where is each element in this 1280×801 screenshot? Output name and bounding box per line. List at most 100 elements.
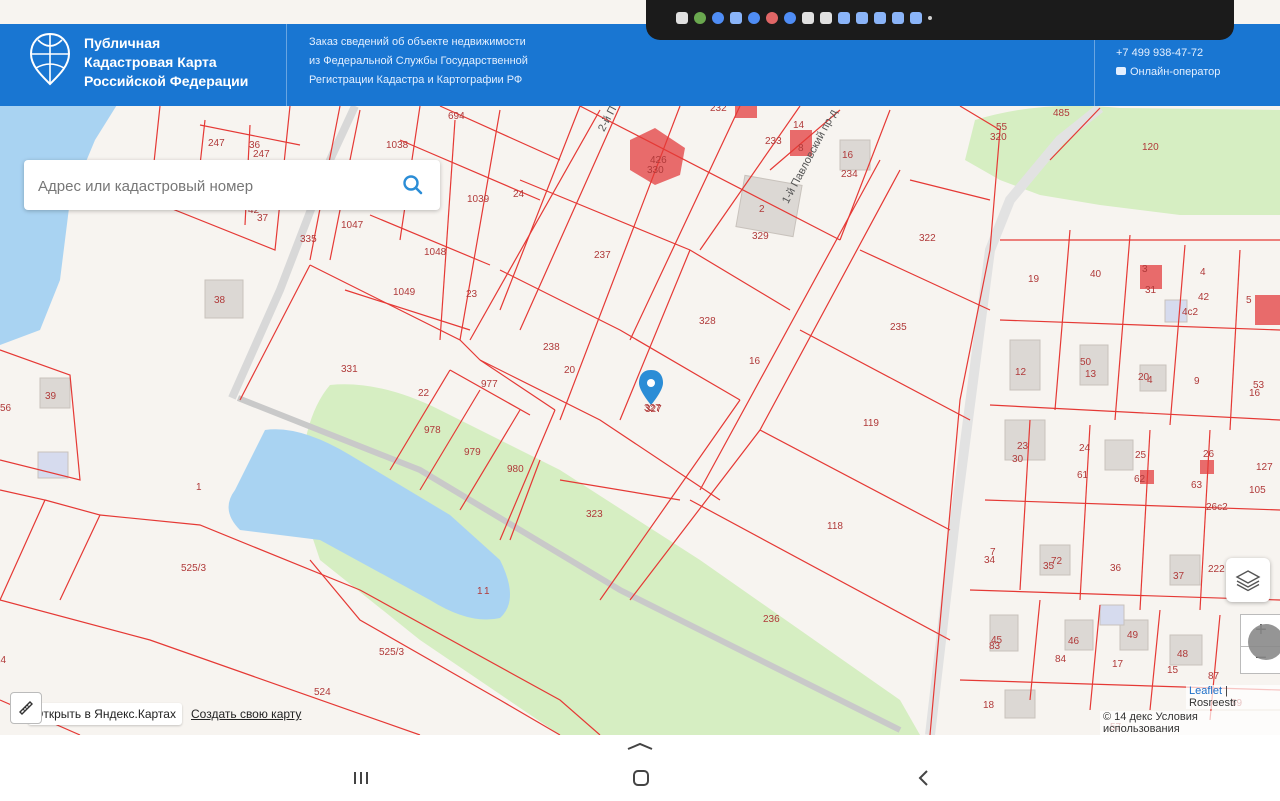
search-input[interactable] [36, 171, 390, 201]
map-attribution: Leaflet | Rosreestr [1186, 685, 1280, 709]
parcel-label: 12 [1015, 367, 1027, 378]
back-button[interactable] [910, 765, 936, 791]
parcel-label: 105 [1249, 485, 1266, 496]
recent-apps-icon [354, 772, 368, 784]
calendar-icon [856, 12, 868, 24]
parcel-label: 19 [1028, 274, 1040, 285]
parcel-label: 30 [1012, 454, 1024, 465]
download-icon [820, 12, 832, 24]
parcel-label: 525/3 [379, 647, 405, 658]
parcel-label: 127 [1256, 462, 1273, 473]
parcel-label: 485 [1053, 108, 1070, 119]
back-icon [918, 770, 928, 786]
parcel-label: 222 [1208, 564, 1225, 575]
parcel-label: 46 [1068, 636, 1080, 647]
online-operator-link[interactable]: Онлайн-оператор [1116, 63, 1220, 82]
parcel-label: 980 [507, 464, 524, 475]
order-info[interactable]: Заказ сведений об объекте недвижимости и… [309, 33, 528, 90]
parcel-label: 18 [983, 700, 995, 711]
edit-floating-button[interactable] [1248, 624, 1280, 660]
leaflet-link[interactable]: Leaflet [1189, 685, 1222, 697]
attribution-separator: | [1222, 685, 1228, 697]
parcel-label: 38 [214, 295, 226, 306]
parcel-label: 42 [1198, 292, 1210, 303]
parcel-label: 24 [1079, 443, 1091, 454]
site-title-line: Публичная [84, 35, 161, 51]
parcel-label: 49 [1127, 630, 1139, 641]
cadastral-map[interactable]: 694 232 14 485 55 320 120 247 36 247 1038 233 8 16 234… [0, 0, 1280, 735]
site-title[interactable]: Публичная Кадастровая Карта Российской Ф… [84, 34, 248, 91]
info-icon [784, 12, 796, 24]
parcel-label: 37 [257, 213, 269, 224]
online-operator-label: Онлайн-оператор [1130, 66, 1221, 78]
parcel-label: 238 [543, 342, 560, 353]
parcel-label: 1049 [393, 287, 416, 298]
parcel-label: 31 [1145, 285, 1157, 296]
create-map-link[interactable]: Создать свою карту [191, 707, 301, 721]
parcel-label: 322 [919, 233, 936, 244]
parcel-label: 23 [1017, 441, 1029, 452]
calendar-icon [892, 12, 904, 24]
site-title-line: Российской Федерации [84, 73, 249, 89]
parcel-label: 5 [1246, 295, 1252, 306]
site-title-line: Кадастровая Карта [84, 54, 217, 70]
parcel-label: 72 [1051, 556, 1063, 567]
parcel-label: 8 [798, 143, 804, 154]
parcel-label: 25 [1135, 450, 1147, 461]
layers-button[interactable] [1226, 558, 1270, 602]
parcel-label: 237 [594, 250, 611, 261]
yandex-copyright[interactable]: © 14 декс Условия использования [1100, 711, 1280, 735]
contacts: info@rreestrmap.ru +7 499 938-47-72 Онла… [1116, 28, 1220, 82]
calendar-icon [838, 12, 850, 24]
parcel-label: 13 [1085, 369, 1097, 380]
open-yandex-maps-link[interactable]: Открыть в Яндекс.Картах [28, 703, 182, 725]
parcel-label: 16 [749, 356, 761, 367]
parcel-label: 4 [1147, 375, 1153, 386]
parcel-label: 36 [1110, 563, 1122, 574]
chevron-up-icon[interactable] [626, 741, 654, 751]
parcel-label: 118 [827, 521, 843, 532]
order-info-line: Заказ сведений об объекте недвижимости [309, 36, 526, 48]
contact-phone[interactable]: +7 499 938-47-72 [1116, 44, 1220, 63]
system-nav-bar [0, 735, 1280, 801]
parcel-label: 1039 [467, 194, 490, 205]
parcel-label: 1048 [424, 247, 447, 258]
parcel-label: 84 [1055, 654, 1067, 665]
parcel-label: 26с2 [1206, 502, 1228, 513]
water-label: 1 [484, 586, 490, 597]
parcel-label: 331 [341, 364, 358, 375]
recent-apps-button[interactable] [348, 765, 374, 791]
check-icon [694, 12, 706, 24]
parcel-label: 48 [1177, 649, 1189, 660]
marker-label: 327 [645, 404, 662, 415]
parcel-label: 14 [793, 120, 805, 131]
order-info-line: из Федеральной Службы Государственной [309, 55, 528, 67]
parcel-label: 7 [990, 547, 996, 558]
search-icon[interactable] [402, 174, 424, 196]
chat-icon [1116, 67, 1126, 75]
home-icon [633, 770, 649, 786]
parcel-label: 323 [586, 509, 603, 520]
parcel-label: 235 [890, 322, 907, 333]
more-dot-icon [928, 16, 932, 20]
parcel-label: 16 [842, 150, 854, 161]
parcel-label: 63 [1191, 480, 1203, 491]
parcel-label: 26 [1203, 449, 1215, 460]
parcel-label: 247 [208, 138, 225, 149]
parcel-label: 328 [699, 316, 716, 327]
parcel-label: 39 [45, 391, 57, 402]
parcel-label: 120 [1142, 142, 1159, 153]
parcel-label: 977 [481, 379, 498, 390]
globe-shield-icon[interactable] [28, 32, 72, 86]
parcel-label: 17 [1112, 659, 1124, 670]
parcel-label: 24 [513, 189, 525, 200]
home-button[interactable] [628, 765, 654, 791]
parcel-label: 979 [464, 447, 481, 458]
parcel-label: 335 [300, 234, 317, 245]
parcel-label: 3 [1142, 264, 1148, 275]
parcel-label: 1038 [386, 140, 409, 151]
parcel-label: 62 [1134, 474, 1146, 485]
ruler-button[interactable] [10, 692, 42, 724]
parcel-label: 1 [196, 482, 202, 493]
calendar-icon [874, 12, 886, 24]
